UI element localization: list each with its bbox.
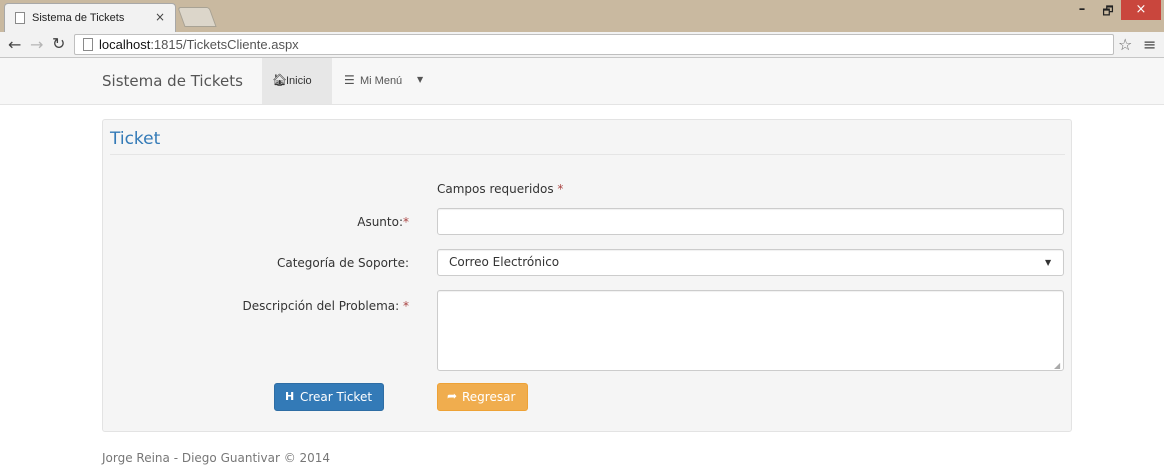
caret-down-icon: ▼ bbox=[1045, 258, 1052, 267]
categoria-label: Categoría de Soporte: bbox=[276, 256, 409, 270]
asunto-label: Asunto:* bbox=[357, 215, 409, 229]
maximize-button[interactable]: 🗗 bbox=[1096, 2, 1120, 20]
categoria-select[interactable]: Correo Electrónico ▼ bbox=[437, 249, 1064, 276]
new-tab-button[interactable] bbox=[177, 7, 217, 27]
regresar-button[interactable]: ➦ Regresar bbox=[437, 383, 528, 411]
descripcion-textarea[interactable]: ◢ bbox=[437, 290, 1064, 371]
required-mark: * bbox=[403, 299, 409, 313]
app-navbar: Sistema de Tickets 🏠︎ Inicio ☰ Mi Menú ▼ bbox=[0, 58, 1164, 105]
asunto-input[interactable] bbox=[437, 208, 1064, 235]
caret-down-icon: ▼ bbox=[417, 75, 424, 84]
ticket-panel: Ticket Campos requeridos * Asunto:* Cate… bbox=[102, 119, 1072, 432]
address-bar[interactable]: localhost:1815/TicketsCliente.aspx bbox=[74, 34, 1114, 55]
page-icon bbox=[83, 38, 93, 51]
regresar-label: Regresar bbox=[462, 390, 516, 404]
home-icon: 🏠︎ bbox=[272, 73, 288, 87]
categoria-selected-value: Correo Electrónico bbox=[449, 255, 560, 269]
hamburger-icon[interactable]: ≡ bbox=[1143, 35, 1156, 54]
browser-toolbar: ← → ↻ localhost:1815/TicketsCliente.aspx… bbox=[0, 32, 1164, 58]
tab-title: Sistema de Tickets bbox=[32, 12, 125, 24]
arrow-left-icon[interactable]: ← bbox=[8, 35, 21, 54]
nav-item-label: Mi Menú bbox=[360, 75, 403, 87]
star-icon[interactable]: ☆ bbox=[1118, 35, 1132, 54]
url-path: :1815/TicketsCliente.aspx bbox=[150, 37, 299, 52]
nav-item-mi-menu[interactable]: ☰ Mi Menú ▼ bbox=[338, 58, 428, 104]
browser-tab[interactable]: Sistema de Tickets × bbox=[4, 3, 176, 32]
minimize-button[interactable]: – bbox=[1070, 2, 1094, 20]
panel-title: Ticket bbox=[110, 129, 161, 149]
descripcion-label-text: Descripción del Problema: bbox=[242, 299, 400, 313]
crear-ticket-button[interactable]: H Crear Ticket bbox=[274, 383, 384, 411]
required-mark: * bbox=[403, 215, 409, 229]
save-icon: H bbox=[285, 390, 295, 403]
descripcion-label: Descripción del Problema: * bbox=[243, 299, 409, 313]
divider bbox=[110, 154, 1065, 155]
url-host: localhost bbox=[99, 37, 151, 52]
tab-close-icon[interactable]: × bbox=[155, 10, 165, 24]
list-icon: ☰ bbox=[344, 73, 355, 87]
arrow-right-icon[interactable]: → bbox=[30, 35, 43, 54]
page-icon bbox=[15, 12, 25, 24]
required-note-text: Campos requeridos bbox=[437, 182, 554, 196]
crear-ticket-label: Crear Ticket bbox=[300, 390, 373, 404]
required-note: Campos requeridos * bbox=[437, 182, 563, 196]
navbar-brand[interactable]: Sistema de Tickets bbox=[102, 72, 243, 90]
resize-grip-icon[interactable]: ◢ bbox=[1054, 361, 1060, 370]
browser-titlebar: Sistema de Tickets × – 🗗 × bbox=[0, 0, 1164, 32]
share-arrow-icon: ➦ bbox=[447, 389, 458, 403]
close-window-button[interactable]: × bbox=[1121, 0, 1161, 20]
asunto-label-text: Asunto: bbox=[357, 215, 403, 229]
required-mark: * bbox=[557, 182, 564, 196]
nav-item-label: Inicio bbox=[286, 75, 312, 87]
footer-text: Jorge Reina - Diego Guantivar © 2014 bbox=[102, 451, 331, 465]
nav-item-inicio[interactable]: 🏠︎ Inicio bbox=[262, 58, 332, 104]
reload-icon[interactable]: ↻ bbox=[52, 34, 65, 53]
url-text[interactable]: localhost:1815/TicketsCliente.aspx bbox=[99, 37, 299, 52]
